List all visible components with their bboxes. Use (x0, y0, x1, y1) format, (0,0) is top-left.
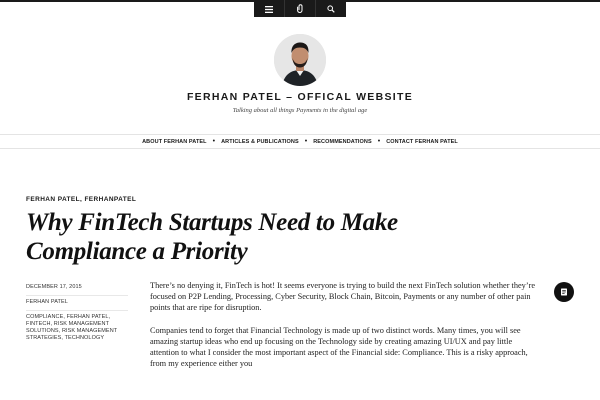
nav-item-recommendations[interactable]: Recommendations (313, 139, 372, 145)
link-icon (296, 0, 304, 18)
nav-divider-bottom (0, 148, 600, 149)
post-title: Why FinTech Startups Need to Make Compli… (26, 209, 398, 265)
post-paragraph: Companies tend to forget that Financial … (150, 325, 528, 369)
search-button[interactable] (315, 0, 346, 17)
profile-photo-icon (274, 34, 326, 86)
post-format-button[interactable] (554, 282, 574, 302)
search-icon (327, 0, 335, 18)
post-content: There’s no denying it, FinTech is hot! I… (150, 280, 542, 380)
post-author[interactable]: Ferhan Patel (26, 295, 128, 310)
nav-separator: • (304, 138, 308, 145)
post-tags[interactable]: Compliance, Ferhan Patel, FinTech, Risk … (26, 310, 128, 346)
post-date[interactable]: December 17, 2015 (26, 281, 128, 295)
primary-nav: About Ferhan Patel • Articles & Publicat… (0, 135, 600, 148)
nav-item-contact[interactable]: Contact Ferhan Patel (386, 139, 458, 145)
post-paragraph: There’s no denying it, FinTech is hot! I… (150, 281, 536, 313)
site-title[interactable]: FERHAN PATEL – OFFICAL WEBSITE (0, 91, 600, 103)
format-list-icon (560, 283, 568, 301)
post-meta: December 17, 2015 Ferhan Patel Complianc… (26, 281, 128, 346)
header-toolbar (254, 0, 346, 17)
menu-button[interactable] (254, 0, 284, 17)
menu-icon (265, 0, 273, 18)
post-categories[interactable]: Ferhan Patel, FerhanPatel (26, 196, 136, 203)
nav-separator: • (212, 138, 216, 145)
avatar[interactable] (274, 34, 326, 86)
nav-item-articles[interactable]: Articles & Publications (221, 139, 299, 145)
nav-separator: • (377, 138, 381, 145)
links-button[interactable] (284, 0, 315, 17)
nav-item-about[interactable]: About Ferhan Patel (142, 139, 207, 145)
site-tagline: Talking about all things Payments in the… (232, 107, 368, 114)
